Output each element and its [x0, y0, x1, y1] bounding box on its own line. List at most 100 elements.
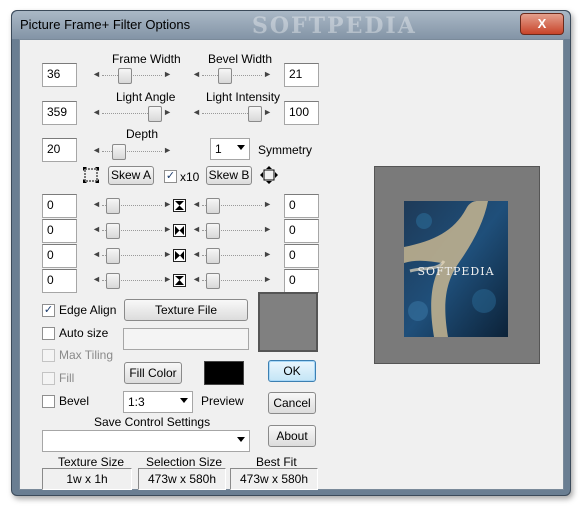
texture-path-field[interactable] — [123, 328, 249, 350]
ok-button[interactable]: OK — [268, 360, 316, 382]
selection-size-value: 473w x 580h — [138, 468, 226, 490]
slider-thumb[interactable] — [118, 68, 132, 84]
slider-left-arrow-icon[interactable]: ◄ — [92, 145, 101, 155]
corner-left-icon[interactable] — [173, 224, 186, 237]
skew-left-slider-2[interactable]: ◄ ► — [92, 223, 172, 239]
edge-align-checkbox[interactable]: ✓ — [42, 304, 55, 317]
skew-right-slider-3[interactable]: ◄ ► — [192, 248, 272, 264]
slider-thumb[interactable] — [206, 248, 220, 264]
slider-left-arrow-icon[interactable]: ◄ — [92, 199, 101, 209]
slider-thumb[interactable] — [148, 106, 162, 122]
skew-left-field-2[interactable]: 0 — [42, 219, 77, 243]
auto-size-checkbox[interactable] — [42, 327, 55, 340]
slider-right-arrow-icon[interactable]: ► — [263, 69, 272, 79]
light-intensity-field[interactable]: 100 — [284, 101, 319, 125]
slider-right-arrow-icon[interactable]: ► — [263, 107, 272, 117]
preview-label: Preview — [201, 394, 244, 408]
slider-right-arrow-icon[interactable]: ► — [263, 199, 272, 209]
slider-right-arrow-icon[interactable]: ► — [163, 69, 172, 79]
preview-ratio-select[interactable]: 1:3 — [123, 391, 193, 413]
max-tiling-checkbox — [42, 349, 55, 362]
skew-right-field-4[interactable]: 0 — [284, 269, 319, 293]
save-control-select[interactable] — [42, 430, 250, 452]
slider-thumb[interactable] — [106, 273, 120, 289]
x10-checkbox[interactable]: ✓ — [164, 170, 177, 183]
slider-left-arrow-icon[interactable]: ◄ — [92, 69, 101, 79]
slider-left-arrow-icon[interactable]: ◄ — [92, 274, 101, 284]
texture-file-button[interactable]: Texture File — [124, 299, 248, 321]
bevel-width-slider[interactable]: ◄ ► — [192, 68, 272, 84]
slider-right-arrow-icon[interactable]: ► — [263, 274, 272, 284]
slider-left-arrow-icon[interactable]: ◄ — [192, 199, 201, 209]
skew-b-button[interactable]: Skew B — [206, 166, 252, 185]
skew-right-field-3[interactable]: 0 — [284, 244, 319, 268]
title-watermark: SOFTPEDIA — [252, 13, 417, 39]
slider-thumb[interactable] — [248, 106, 262, 122]
about-button[interactable]: About — [268, 425, 316, 447]
slider-left-arrow-icon[interactable]: ◄ — [92, 224, 101, 234]
corner-top-icon[interactable] — [173, 199, 186, 212]
skew-left-slider-3[interactable]: ◄ ► — [92, 248, 172, 264]
slider-thumb[interactable] — [218, 68, 232, 84]
light-angle-slider[interactable]: ◄ ► — [92, 106, 172, 122]
skew-left-slider-1[interactable]: ◄ ► — [92, 198, 172, 214]
bevel-width-field[interactable]: 21 — [284, 63, 319, 87]
skew-left-field-3[interactable]: 0 — [42, 244, 77, 268]
slider-left-arrow-icon[interactable]: ◄ — [192, 249, 201, 259]
depth-field[interactable]: 20 — [42, 138, 77, 162]
skew-right-slider-1[interactable]: ◄ ► — [192, 198, 272, 214]
preview-watermark: SOFTPEDIA — [417, 265, 494, 278]
corner-bottom-icon[interactable] — [173, 274, 186, 287]
slider-thumb[interactable] — [106, 198, 120, 214]
skew-left-field-1[interactable]: 0 — [42, 194, 77, 218]
skew-right-field-2[interactable]: 0 — [284, 219, 319, 243]
slider-thumb[interactable] — [206, 273, 220, 289]
frame-width-slider[interactable]: ◄ ► — [92, 68, 172, 84]
texture-swatch[interactable] — [258, 292, 318, 352]
skew-right-slider-4[interactable]: ◄ ► — [192, 273, 272, 289]
skew-left-slider-4[interactable]: ◄ ► — [92, 273, 172, 289]
slider-right-arrow-icon[interactable]: ► — [263, 249, 272, 259]
preview-image: SOFTPEDIA — [404, 201, 508, 337]
slider-left-arrow-icon[interactable]: ◄ — [192, 224, 201, 234]
slider-thumb[interactable] — [106, 223, 120, 239]
bevel-checkbox[interactable] — [42, 395, 55, 408]
light-intensity-slider[interactable]: ◄ ► — [192, 106, 272, 122]
slider-left-arrow-icon[interactable]: ◄ — [192, 274, 201, 284]
depth-label: Depth — [126, 127, 159, 141]
slider-right-arrow-icon[interactable]: ► — [163, 199, 172, 209]
slider-right-arrow-icon[interactable]: ► — [163, 274, 172, 284]
skew-a-button[interactable]: Skew A — [108, 166, 154, 185]
depth-slider[interactable]: ◄ ► — [92, 144, 172, 160]
cancel-button[interactable]: Cancel — [268, 392, 316, 414]
slider-thumb[interactable] — [206, 223, 220, 239]
skew-right-slider-2[interactable]: ◄ ► — [192, 223, 272, 239]
frame-width-field[interactable]: 36 — [42, 63, 77, 87]
symmetry-select[interactable]: 1 — [210, 138, 250, 160]
slider-thumb[interactable] — [206, 198, 220, 214]
slider-right-arrow-icon[interactable]: ► — [163, 224, 172, 234]
slider-left-arrow-icon[interactable]: ◄ — [92, 249, 101, 259]
close-button[interactable]: X — [520, 13, 564, 35]
slider-right-arrow-icon[interactable]: ► — [163, 249, 172, 259]
slider-thumb[interactable] — [112, 144, 126, 160]
best-fit-label: Best Fit — [256, 455, 297, 469]
light-angle-field[interactable]: 359 — [42, 101, 77, 125]
slider-left-arrow-icon[interactable]: ◄ — [92, 107, 101, 117]
expand-arrows-icon[interactable] — [260, 166, 278, 184]
title-bar[interactable]: Picture Frame+ Filter Options SOFTPEDIA … — [12, 11, 570, 39]
shrink-corners-icon[interactable] — [82, 166, 100, 184]
slider-left-arrow-icon[interactable]: ◄ — [192, 107, 201, 117]
skew-right-field-1[interactable]: 0 — [284, 194, 319, 218]
slider-right-arrow-icon[interactable]: ► — [263, 224, 272, 234]
dialog-window: Picture Frame+ Filter Options SOFTPEDIA … — [11, 10, 571, 496]
slider-left-arrow-icon[interactable]: ◄ — [192, 69, 201, 79]
fill-color-swatch[interactable] — [204, 361, 244, 385]
skew-left-field-4[interactable]: 0 — [42, 269, 77, 293]
window-title: Picture Frame+ Filter Options — [20, 17, 191, 32]
fill-color-button[interactable]: Fill Color — [124, 362, 182, 384]
corner-right-icon[interactable] — [173, 249, 186, 262]
slider-thumb[interactable] — [106, 248, 120, 264]
slider-right-arrow-icon[interactable]: ► — [163, 145, 172, 155]
slider-right-arrow-icon[interactable]: ► — [163, 107, 172, 117]
